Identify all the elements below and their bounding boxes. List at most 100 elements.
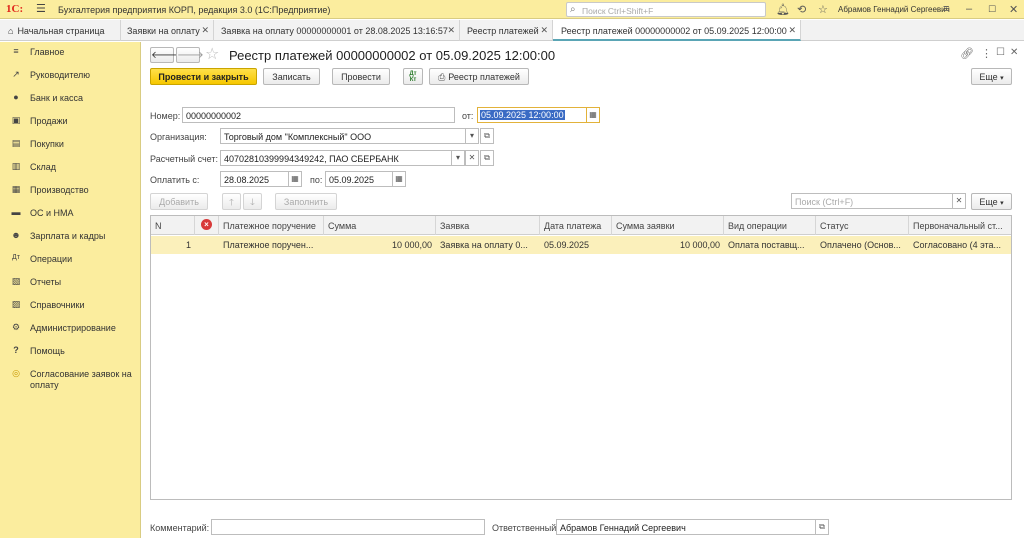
date-field[interactable]: 05.09.2025 12:00:00 bbox=[477, 107, 587, 123]
truck-icon: ▬ bbox=[11, 207, 21, 217]
column-header-error[interactable]: × bbox=[195, 216, 219, 235]
minimize-icon[interactable]: – bbox=[966, 3, 972, 15]
sidebar-item-admin[interactable]: ⚙ Администрирование bbox=[0, 319, 141, 339]
tab-label: Реестр платежей bbox=[467, 26, 539, 36]
sidebar-item-approval[interactable]: ◎ Согласование заявок на оплату bbox=[0, 365, 141, 393]
dtkt-button[interactable]: Дт Кт bbox=[403, 68, 423, 85]
current-user[interactable]: Абрамов Геннадий Сергеевич bbox=[838, 5, 950, 14]
column-header-amount[interactable]: Сумма bbox=[324, 216, 436, 235]
column-header-operation-type[interactable]: Вид операции bbox=[724, 216, 816, 235]
account-open-icon[interactable]: ⧉ bbox=[480, 150, 494, 166]
more-vertical-icon[interactable]: ⋮ bbox=[981, 47, 992, 60]
page-title: Реестр платежей 00000000002 от 05.09.202… bbox=[229, 48, 556, 63]
calendar-icon[interactable]: ▦ bbox=[586, 107, 600, 123]
column-header-status[interactable]: Статус bbox=[816, 216, 909, 235]
column-header-payment-date[interactable]: Дата платежа bbox=[540, 216, 612, 235]
cell-payment-date: 05.09.2025 bbox=[544, 240, 590, 250]
cell-request: Заявка на оплату 0... bbox=[440, 240, 528, 250]
error-icon: × bbox=[201, 219, 212, 230]
payments-table[interactable]: N × Платежное поручение Сумма Заявка Дат… bbox=[150, 215, 1012, 500]
table-row[interactable]: 1 Платежное поручен... 10 000,00 Заявка … bbox=[151, 236, 1011, 254]
favorite-star-icon[interactable]: ☆ bbox=[205, 44, 219, 64]
link-icon[interactable]: 🔗︎ bbox=[960, 47, 974, 60]
table-more-button[interactable]: Еще ▾ bbox=[971, 193, 1012, 210]
sidebar-item-label: Согласование заявок на оплату bbox=[30, 369, 132, 390]
sidebar-item-catalogs[interactable]: ▨ Справочники bbox=[0, 296, 141, 316]
maximize-form-icon[interactable]: ☐ bbox=[996, 47, 1005, 58]
close-tab-icon[interactable]: ✕ bbox=[788, 25, 796, 36]
responsible-open-icon[interactable]: ⧉ bbox=[815, 519, 829, 535]
tab-payment-request-doc[interactable]: Заявка на оплату 00000000001 от 28.08.20… bbox=[214, 20, 460, 41]
sidebar-item-sales[interactable]: ▣ Продажи bbox=[0, 112, 141, 132]
sidebar-item-main[interactable]: ≡ Главное bbox=[0, 43, 141, 63]
sidebar-item-warehouse[interactable]: ▥ Склад bbox=[0, 158, 141, 178]
favorites-star-icon[interactable]: ☆ bbox=[818, 3, 828, 16]
calendar-icon[interactable]: ▦ bbox=[288, 171, 302, 187]
column-header-n[interactable]: N bbox=[151, 216, 195, 235]
close-tab-icon[interactable]: ✕ bbox=[447, 25, 455, 36]
comment-field[interactable] bbox=[211, 519, 485, 535]
move-down-button[interactable]: 🡓 bbox=[243, 193, 262, 210]
payment-registry-print-button[interactable]: ⎙ Реестр платежей bbox=[429, 68, 529, 85]
settings-menu-icon[interactable]: ≡ bbox=[943, 3, 949, 15]
close-app-icon[interactable]: ✕ bbox=[1009, 3, 1018, 16]
organization-open-icon[interactable]: ⧉ bbox=[480, 128, 494, 144]
home-icon: ⌂ bbox=[8, 26, 14, 36]
account-clear-icon[interactable]: ✕ bbox=[465, 150, 479, 166]
close-tab-icon[interactable]: ✕ bbox=[540, 25, 548, 36]
tab-home[interactable]: ⌂ Начальная страница bbox=[0, 20, 121, 41]
column-header-initial-status[interactable]: Первоначальный ст... bbox=[909, 216, 1011, 235]
account-dropdown-icon[interactable]: ▾ bbox=[451, 150, 465, 166]
back-button[interactable]: 🡐 bbox=[150, 47, 178, 63]
save-button[interactable]: Записать bbox=[263, 68, 320, 85]
close-form-icon[interactable]: ✕ bbox=[1010, 47, 1018, 58]
column-header-request-amount[interactable]: Сумма заявки bbox=[612, 216, 724, 235]
column-header-request[interactable]: Заявка bbox=[436, 216, 540, 235]
sidebar-item-assets[interactable]: ▬ ОС и НМА bbox=[0, 204, 141, 224]
sidebar-item-help[interactable]: ? Помощь bbox=[0, 342, 141, 362]
account-field[interactable]: 40702810399994349242, ПАО СБЕРБАНК bbox=[220, 150, 452, 166]
tab-payment-requests[interactable]: Заявки на оплату ✕ bbox=[121, 20, 214, 41]
maximize-icon[interactable]: ☐ bbox=[988, 4, 996, 15]
sidebar-item-manager[interactable]: ↗ Руководителю bbox=[0, 66, 141, 86]
organization-field[interactable]: Торговый дом "Комплексный" ООО bbox=[220, 128, 466, 144]
pay-to-label: по: bbox=[310, 175, 323, 185]
sidebar-item-bank[interactable]: ● Банк и касса bbox=[0, 89, 141, 109]
post-and-close-button[interactable]: Провести и закрыть bbox=[150, 68, 257, 85]
forward-button[interactable]: 🡒 bbox=[176, 47, 204, 63]
tab-payment-registry-doc[interactable]: Реестр платежей 00000000002 от 05.09.202… bbox=[553, 20, 801, 41]
sidebar-item-operations[interactable]: Дт Операции bbox=[0, 250, 141, 270]
sidebar-item-production[interactable]: ▦ Производство bbox=[0, 181, 141, 201]
add-row-button[interactable]: Добавить bbox=[150, 193, 208, 210]
account-label: Расчетный счет: bbox=[150, 154, 219, 164]
main-menu-icon[interactable]: ☰ bbox=[36, 2, 46, 15]
global-search-input[interactable]: ⌕ Поиск Ctrl+Shift+F bbox=[566, 2, 766, 17]
cell-status: Оплачено (Основ... bbox=[820, 240, 901, 250]
bell-icon[interactable]: 🔔︎ bbox=[776, 3, 790, 16]
number-field[interactable]: 00000000002 bbox=[182, 107, 455, 123]
sidebar-item-salary[interactable]: ☻ Зарплата и кадры bbox=[0, 227, 141, 247]
organization-dropdown-icon[interactable]: ▾ bbox=[465, 128, 479, 144]
cell-request-amount: 10 000,00 bbox=[679, 240, 720, 250]
table-search-input[interactable]: Поиск (Ctrl+F) bbox=[791, 193, 953, 209]
more-button[interactable]: Еще ▾ bbox=[971, 68, 1012, 85]
date-label: от: bbox=[462, 111, 474, 121]
sidebar-item-reports[interactable]: ▧ Отчеты bbox=[0, 273, 141, 293]
sidebar-item-purchases[interactable]: ▤ Покупки bbox=[0, 135, 141, 155]
app-logo: 1С: bbox=[6, 3, 24, 15]
history-icon[interactable]: ⟲ bbox=[797, 3, 806, 16]
responsible-field[interactable]: Абрамов Геннадий Сергеевич bbox=[556, 519, 816, 535]
pay-to-field[interactable]: 05.09.2025 bbox=[325, 171, 393, 187]
dtkt-icon: Дт bbox=[12, 254, 20, 261]
sidebar-item-label: Покупки bbox=[30, 139, 64, 149]
pay-from-field[interactable]: 28.08.2025 bbox=[220, 171, 289, 187]
table-header: N × Платежное поручение Сумма Заявка Дат… bbox=[151, 216, 1011, 235]
clear-search-icon[interactable]: ✕ bbox=[952, 193, 966, 209]
close-tab-icon[interactable]: ✕ bbox=[201, 25, 209, 36]
column-header-payment-order[interactable]: Платежное поручение bbox=[219, 216, 324, 235]
move-up-button[interactable]: 🡑 bbox=[222, 193, 241, 210]
calendar-icon[interactable]: ▦ bbox=[392, 171, 406, 187]
post-button[interactable]: Провести bbox=[332, 68, 390, 85]
tab-payment-registry-list[interactable]: Реестр платежей ✕ bbox=[460, 20, 553, 41]
fill-button[interactable]: Заполнить bbox=[275, 193, 337, 210]
